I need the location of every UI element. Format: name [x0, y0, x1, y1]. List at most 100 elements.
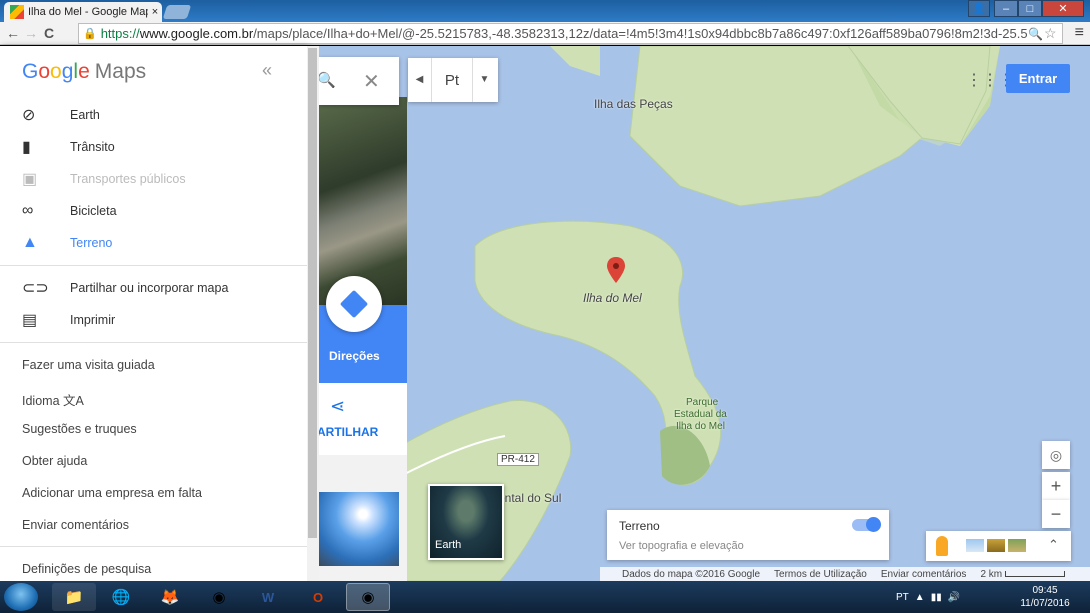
caret-left-icon[interactable]: ◀ [408, 58, 432, 102]
browser-menu-icon[interactable]: ≡ [1075, 24, 1084, 42]
maps-favicon-icon [10, 5, 24, 19]
menu-link-tour[interactable]: Fazer uma visita guiada [22, 358, 155, 372]
network-icon[interactable]: 🌐 [99, 583, 143, 611]
share-icon[interactable]: ⋖ [330, 396, 345, 417]
zoom-out-button[interactable]: − [1042, 500, 1070, 528]
menu-link-tips[interactable]: Sugestões e truques [22, 422, 137, 436]
directions-button[interactable] [326, 276, 382, 332]
taskbar-clock[interactable]: 09:45 11/07/2016 [1010, 584, 1080, 610]
chrome-icon[interactable]: ◉ [197, 583, 241, 611]
tray-network-icon[interactable]: ▮▮ [931, 592, 942, 603]
word-icon[interactable]: W [246, 583, 290, 611]
maximize-button[interactable]: □ [1018, 0, 1042, 17]
menu-link-language[interactable]: Idioma 文A [22, 390, 84, 409]
my-location-button[interactable]: ◎ [1042, 441, 1070, 469]
place-actions-panel [319, 383, 407, 455]
terrain-card-title: Terreno [619, 519, 660, 533]
menu-item-bicycle[interactable]: ∞ Bicicleta [0, 195, 307, 227]
map-data-attribution: Dados do mapa ©2016 Google [622, 568, 761, 580]
menu-link-search-settings[interactable]: Definições de pesquisa [22, 562, 151, 576]
menu-item-share-map[interactable]: ⊂⊃ Partilhar ou incorporar mapa [0, 272, 307, 304]
search-icon[interactable]: 🔍 [317, 71, 336, 89]
new-tab-button[interactable] [162, 5, 192, 19]
place-photo-thumbnail[interactable] [319, 492, 399, 566]
print-icon: ▤ [22, 312, 38, 329]
feedback-link[interactable]: Enviar comentários [881, 569, 967, 580]
directions-label[interactable]: Direções [329, 349, 380, 363]
sign-in-button[interactable]: Entrar [1006, 64, 1070, 93]
map-label-parque-2: Estadual da [674, 409, 727, 420]
earth-thumb-label: Earth [435, 539, 462, 551]
terrain-toggle-knob[interactable] [866, 517, 881, 532]
lock-icon: 🔒 [83, 28, 97, 40]
start-button[interactable] [4, 583, 38, 611]
imagery-thumb-1[interactable] [966, 539, 984, 552]
url-host: www.google.com.br [139, 26, 254, 41]
imagery-thumb-3[interactable] [1008, 539, 1026, 552]
share-label[interactable]: ARTILHAR [317, 425, 378, 439]
pegman-icon[interactable] [936, 536, 948, 556]
address-bar[interactable]: 🔒 https:// www.google.com.br /maps/place… [78, 23, 1063, 44]
place-photo[interactable] [319, 97, 407, 305]
terrain-card-subtitle: Ver topografia e elevação [619, 540, 744, 552]
minimize-button[interactable]: – [994, 0, 1018, 17]
menu-item-earth[interactable]: ⊘ Earth [0, 99, 307, 131]
chrome-active-icon[interactable]: ◉ [346, 583, 390, 611]
chevron-down-icon[interactable]: ▼ [472, 58, 496, 102]
tab-close-icon[interactable]: × [148, 6, 162, 18]
user-profile-button[interactable]: 👤 [968, 0, 990, 17]
bookmark-star-icon[interactable]: ☆ [1044, 25, 1062, 42]
transit-icon: ▣ [22, 171, 38, 188]
map-label-parque-1: Parque [686, 397, 719, 408]
clock-time: 09:45 [1032, 585, 1058, 596]
firefox-icon[interactable]: 🦊 [148, 583, 192, 611]
map-label-parque-3: Ilha do Mel [676, 421, 725, 432]
url-scheme: https:// [100, 26, 140, 41]
tray-expand-icon[interactable]: ▲ [915, 592, 925, 603]
imagery-thumb-2[interactable] [987, 539, 1005, 552]
clock-date: 11/07/2016 [1020, 598, 1070, 609]
road-shield: PR-412 [497, 453, 539, 466]
reload-icon[interactable]: C [40, 25, 58, 41]
zoom-in-button[interactable]: + [1042, 472, 1070, 500]
earth-icon: ⊘ [22, 107, 36, 124]
menu-item-print[interactable]: ▤ Imprimir [0, 304, 307, 336]
url-path: /maps/place/Ilha+do+Mel/@-25.5215783,-48… [253, 26, 1028, 41]
tab-title: Ilha do Mel - Google Maps [28, 6, 148, 18]
file-explorer-icon[interactable]: 📁 [52, 583, 96, 611]
map-canvas[interactable] [300, 46, 1090, 581]
map-footer: Dados do mapa ©2016 Google Termos de Uti… [600, 567, 1090, 581]
sidebar-scrollbar-thumb[interactable] [308, 48, 317, 538]
menu-divider [0, 546, 307, 547]
map-label-ilha-do-mel: Ilha do Mel [583, 291, 642, 305]
expand-imagery-icon[interactable]: ⌃ [1048, 537, 1059, 553]
terms-link[interactable]: Termos de Utilização [774, 569, 867, 580]
browser-tab[interactable]: Ilha do Mel - Google Maps × [4, 2, 162, 22]
location-pin-icon[interactable] [607, 257, 625, 283]
directions-icon [339, 289, 369, 319]
collapse-menu-icon[interactable]: « [262, 60, 272, 81]
close-window-button[interactable]: ✕ [1042, 0, 1084, 17]
scale-bar[interactable]: 2 km [980, 569, 1066, 580]
tray-volume-icon[interactable]: 🔊 [948, 592, 960, 603]
menu-item-traffic[interactable]: ▮ Trânsito [0, 131, 307, 163]
side-menu: Google Maps « ⊘ Earth ▮ Trânsito ▣ Transp… [0, 46, 307, 581]
zoom-icon[interactable]: 🔍 [1028, 27, 1044, 41]
back-icon[interactable]: ← [4, 25, 22, 41]
menu-item-transit[interactable]: ▣ Transportes públicos [0, 163, 307, 195]
search-box[interactable]: 🔍 ✕ [317, 57, 399, 105]
menu-link-feedback[interactable]: Enviar comentários [22, 518, 129, 532]
menu-link-help[interactable]: Obter ajuda [22, 454, 87, 468]
language-selector[interactable]: ◀ Pt ▼ [408, 58, 498, 102]
google-maps-logo: Google Maps [22, 60, 147, 83]
tray-language[interactable]: PT [896, 592, 909, 603]
office-icon[interactable]: O [296, 583, 340, 611]
window-controls: 👤 – □ ✕ [968, 0, 1084, 17]
link-icon: ⊂⊃ [22, 280, 49, 297]
menu-item-terrain[interactable]: ▲ Terreno [0, 227, 307, 259]
clear-search-icon[interactable]: ✕ [363, 69, 380, 94]
traffic-icon: ▮ [22, 139, 31, 156]
forward-icon[interactable]: → [22, 25, 40, 41]
terrain-card [607, 510, 889, 560]
menu-link-add-business[interactable]: Adicionar uma empresa em falta [22, 486, 202, 500]
